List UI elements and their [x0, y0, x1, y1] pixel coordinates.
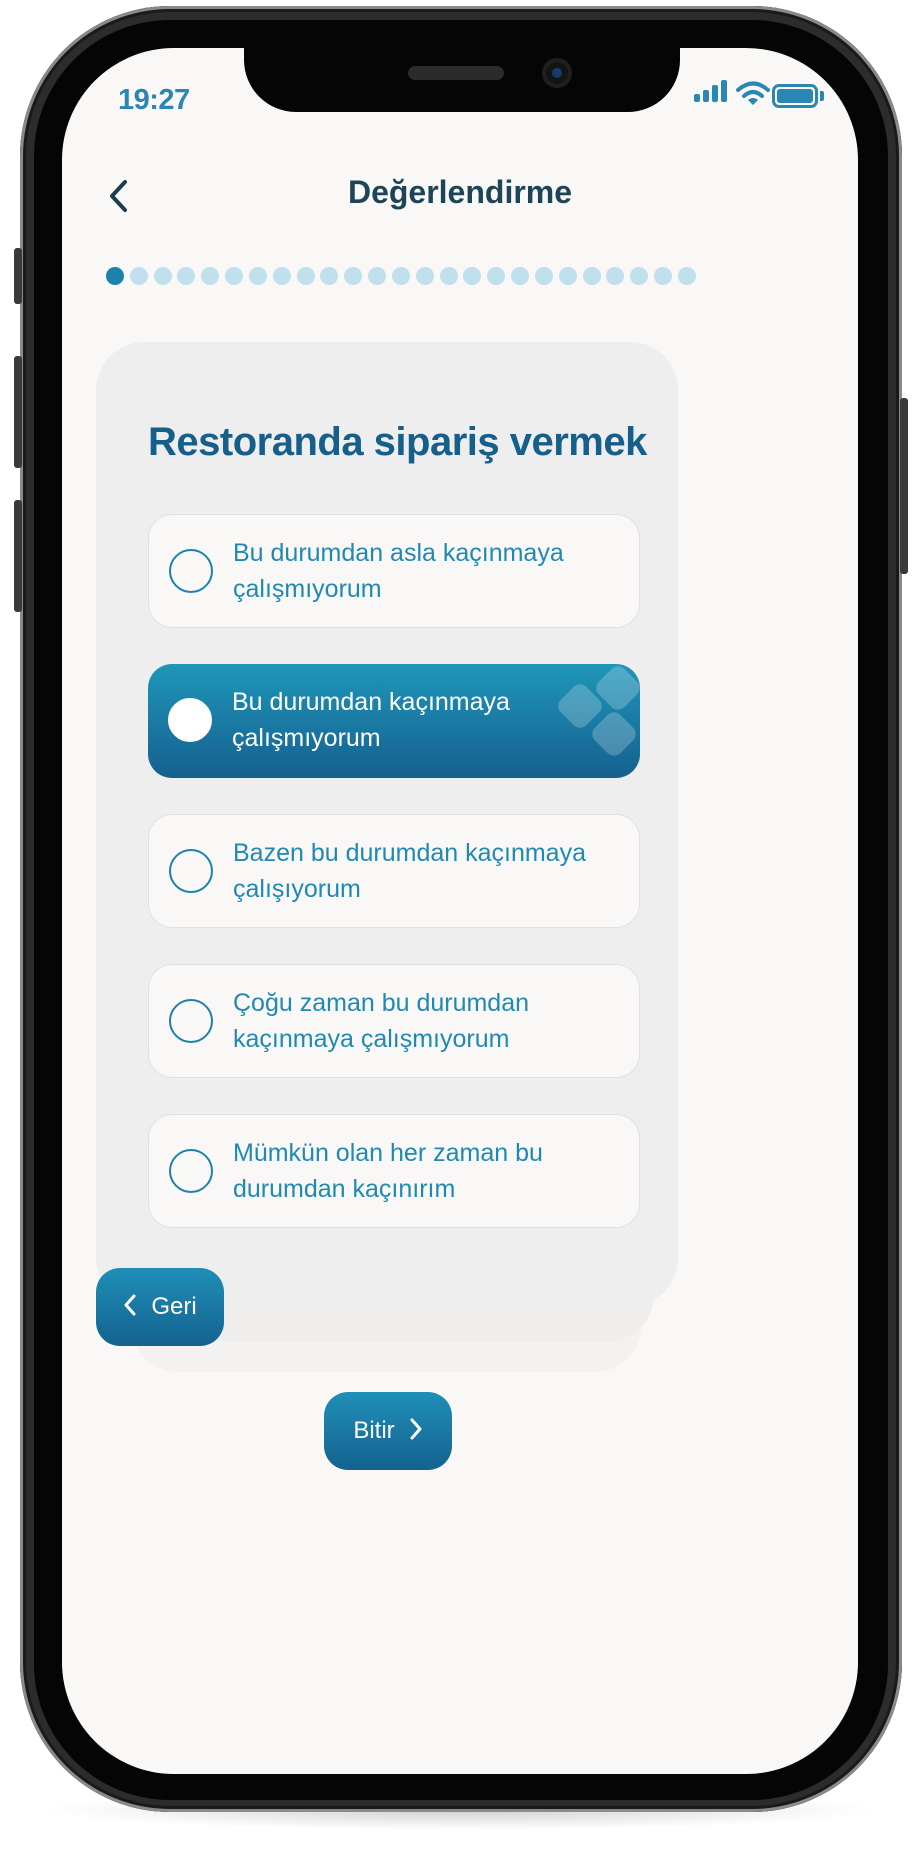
answer-option-label: Mümkün olan her zaman bu durumdan kaçını… [233, 1139, 543, 1203]
progress-dot [320, 267, 339, 285]
battery-icon [772, 84, 818, 108]
answer-option-label: Çoğu zaman bu durumdan kaçınmaya çalışmı… [233, 989, 530, 1053]
mute-switch [14, 248, 22, 304]
radio-button-checked[interactable] [168, 698, 212, 742]
answer-option[interactable]: Bazen bu durumdan kaçınmaya çalışıyorum [148, 814, 640, 928]
signal-bar [694, 94, 700, 102]
chevron-right-icon [409, 1417, 423, 1445]
answer-option[interactable]: Mümkün olan her zaman bu durumdan kaçını… [148, 1114, 640, 1228]
progress-dot [153, 267, 172, 285]
progress-dot [463, 267, 482, 285]
progress-dot [677, 267, 696, 285]
progress-dot [415, 267, 434, 285]
answer-option[interactable]: Çoğu zaman bu durumdan kaçınmaya çalışmı… [148, 964, 640, 1078]
answer-option-selected[interactable]: Bu durumdan kaçınmaya çalışmıyorum [148, 662, 644, 778]
progress-dot [582, 267, 601, 285]
radio-button[interactable] [169, 849, 213, 893]
status-time: 19:27 [118, 84, 190, 116]
progress-dot [344, 267, 363, 285]
progress-dot [487, 267, 506, 285]
app-screen: 19:27 Değerlendirme Restoranda sipariş v… [62, 48, 858, 1774]
front-camera-icon [542, 58, 572, 88]
progress-dot [248, 267, 267, 285]
progress-dot [272, 267, 291, 285]
wifi-icon [736, 81, 770, 105]
back-step-button[interactable]: Geri [96, 1268, 224, 1346]
finish-label: Bitir [353, 1417, 395, 1444]
volume-up-button [14, 356, 22, 468]
progress-dot [558, 267, 577, 285]
volume-down-button [14, 500, 22, 612]
answer-option-label: Bazen bu durumdan kaçınmaya çalışıyorum [233, 839, 586, 903]
progress-indicator [106, 266, 696, 286]
power-button [900, 398, 908, 574]
chevron-left-icon [123, 1293, 137, 1321]
device-mockup: 19:27 Değerlendirme Restoranda sipariş v… [0, 0, 920, 1859]
progress-dot-active [106, 267, 124, 285]
radio-button[interactable] [169, 999, 213, 1043]
progress-dot [201, 267, 220, 285]
progress-dot [654, 267, 673, 285]
finish-button[interactable]: Bitir [324, 1392, 452, 1470]
answer-option[interactable]: Bu durumdan asla kaçınmaya çalışmıyorum [148, 514, 640, 628]
signal-bar [721, 80, 727, 102]
back-step-label: Geri [151, 1293, 197, 1320]
progress-dot [534, 267, 553, 285]
status-icons [694, 78, 838, 110]
answer-option-label: Bu durumdan asla kaçınmaya çalışmıyorum [233, 539, 564, 603]
page-title: Değerlendirme [347, 174, 573, 210]
battery-cap [820, 91, 824, 101]
speaker-grille [408, 66, 504, 80]
progress-dot [391, 267, 410, 285]
progress-dot [296, 267, 315, 285]
progress-dot [177, 267, 196, 285]
radio-button[interactable] [169, 549, 213, 593]
progress-dot [439, 267, 458, 285]
progress-dot [225, 267, 244, 285]
notch [244, 48, 680, 112]
signal-bar [703, 90, 709, 102]
radio-button[interactable] [169, 1149, 213, 1193]
battery-level [777, 89, 813, 103]
progress-dot [511, 267, 530, 285]
progress-dot [368, 267, 387, 285]
progress-dot [129, 267, 148, 285]
question-title: Restoranda sipariş vermek [148, 420, 647, 464]
progress-dot [630, 267, 649, 285]
signal-bar [712, 85, 718, 102]
answer-option-label: Bu durumdan kaçınmaya çalışmıyorum [232, 688, 510, 752]
progress-dot [606, 267, 625, 285]
